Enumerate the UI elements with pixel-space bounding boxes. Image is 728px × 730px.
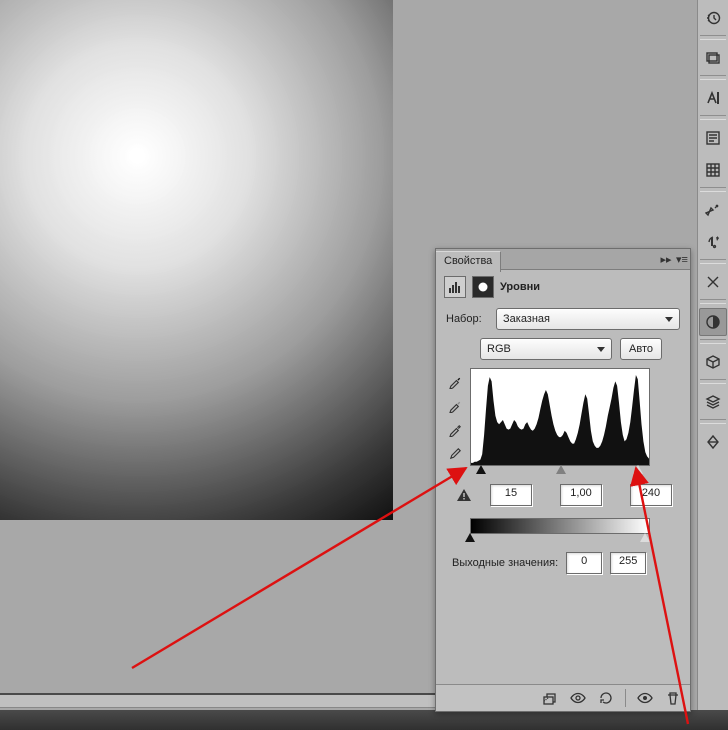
output-black-slider[interactable] — [465, 533, 475, 542]
panel-title: Уровни — [500, 281, 540, 293]
output-black-field[interactable]: 0 — [566, 552, 602, 574]
auto-button[interactable]: Авто — [620, 338, 662, 360]
preset-dropdown[interactable]: Заказная — [496, 308, 680, 330]
delete-icon[interactable] — [664, 689, 682, 707]
panel-menu-icon[interactable]: ▾≡ — [674, 249, 690, 269]
preset-label: Набор: — [446, 313, 490, 325]
history-icon[interactable] — [699, 4, 727, 32]
tab-properties[interactable]: Свойства — [436, 251, 501, 272]
eyedropper-black-icon[interactable] — [446, 372, 464, 390]
paragraph-styles-icon[interactable] — [699, 124, 727, 152]
diamond-icon[interactable] — [699, 428, 727, 456]
eyedropper-gray-icon[interactable] — [446, 396, 464, 414]
input-white-field[interactable]: 240 — [630, 484, 672, 506]
view-previous-icon[interactable] — [569, 689, 587, 707]
tools-icon[interactable] — [699, 196, 727, 224]
reset-icon[interactable] — [597, 689, 615, 707]
photo-placeholder — [0, 0, 393, 520]
character-icon[interactable] — [699, 84, 727, 112]
input-white-slider[interactable] — [633, 465, 643, 474]
properties-panel: Свойства ▸▸ ▾≡ Уровни Набор: Заказная RG… — [435, 248, 691, 712]
eyedropper-white-icon[interactable] — [446, 420, 464, 438]
input-gamma-slider[interactable] — [556, 465, 566, 474]
histogram-chart — [470, 368, 650, 466]
edit-pencil-icon[interactable] — [446, 444, 464, 462]
collapse-icon[interactable]: ▸▸ — [658, 249, 674, 269]
document-canvas[interactable] — [0, 0, 393, 520]
input-black-slider[interactable] — [476, 465, 486, 474]
warning-icon[interactable] — [456, 487, 472, 503]
output-white-field[interactable]: 255 — [610, 552, 646, 574]
status-bar — [0, 710, 728, 730]
adjustments-icon[interactable] — [699, 308, 727, 336]
channel-dropdown[interactable]: RGB — [480, 338, 612, 360]
chevron-down-icon — [597, 347, 605, 352]
input-black-field[interactable]: 15 — [490, 484, 532, 506]
tools-crossed-icon[interactable] — [699, 268, 727, 296]
output-label: Выходные значения: — [452, 557, 558, 569]
output-white-slider[interactable] — [640, 533, 650, 542]
input-gamma-field[interactable]: 1,00 — [560, 484, 602, 506]
levels-adjustment-icon — [444, 276, 466, 298]
layer-mask-icon[interactable] — [472, 276, 494, 298]
layers-stack-icon[interactable] — [699, 44, 727, 72]
layers-icon[interactable] — [699, 388, 727, 416]
clip-to-layer-icon[interactable] — [541, 689, 559, 707]
chevron-down-icon — [665, 317, 673, 322]
output-gradient — [470, 518, 650, 534]
arrow-right-icon[interactable] — [699, 228, 727, 256]
glyphs-icon[interactable] — [699, 156, 727, 184]
cube-icon[interactable] — [699, 348, 727, 376]
toggle-visibility-icon[interactable] — [636, 689, 654, 707]
right-toolbar — [697, 0, 728, 710]
channel-value: RGB — [487, 343, 511, 355]
preset-value: Заказная — [503, 313, 550, 325]
auto-button-label: Авто — [629, 343, 653, 355]
